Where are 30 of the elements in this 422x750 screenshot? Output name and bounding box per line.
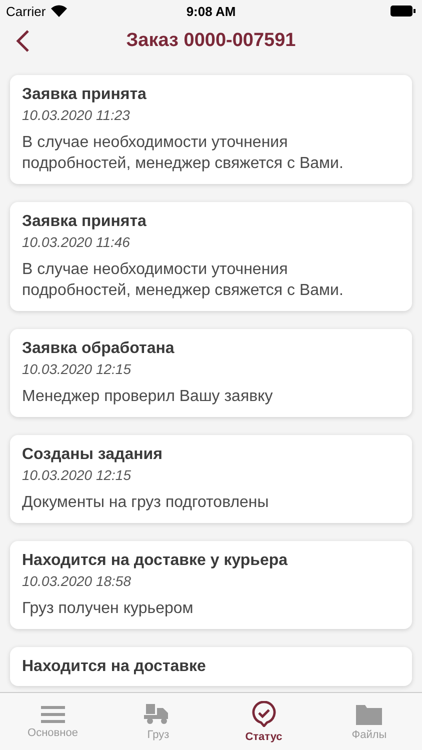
status-title: Заявка принята [22,85,148,104]
status-date: 10.03.2020 11:46 [22,234,131,251]
status-title: Заявка обработана [22,339,176,358]
tab[interactable]: Статус [211,693,316,750]
status-description: Груз получен курьером [22,599,194,619]
status-description: Документы на груз подготовлены [22,493,270,513]
menu-icon [40,704,65,722]
status-title: Находится на доставке [22,657,207,676]
screen-title: Заказ 0000-007591 [125,30,297,52]
status-title: Заявка принята [22,212,148,231]
tab[interactable]: Груз [106,693,211,750]
status-title: Созданы задания [22,445,164,464]
check-pin-icon [252,700,276,726]
status-date: 10.03.2020 11:23 [22,107,131,124]
status-date: 10.03.2020 12:15 [22,361,132,378]
tab[interactable]: Основное [0,693,106,750]
carrier-label: Carrier [6,4,67,18]
status-description: В случае необходимости уточнения подробностей, менеджер свяжется с Вами. [22,260,344,301]
status-date: 10.03.2020 18:58 [22,573,132,590]
status-description: В случае необходимости уточнения подробностей, менеджер свяжется с Вами. [22,133,344,174]
status-date: 10.03.2020 12:15 [22,467,132,484]
back-button[interactable] [16,29,30,53]
battery-icon [390,5,416,17]
folder-icon [356,702,382,724]
status-description: Менеджер проверил Вашу заявку [22,387,274,407]
tab[interactable]: Файлы [316,693,422,750]
chevron-left-icon [16,29,30,53]
wifi-icon [50,5,67,17]
clock-time: 9:08 AM [185,4,237,18]
status-title: Находится на доставке у курьера [22,551,289,570]
